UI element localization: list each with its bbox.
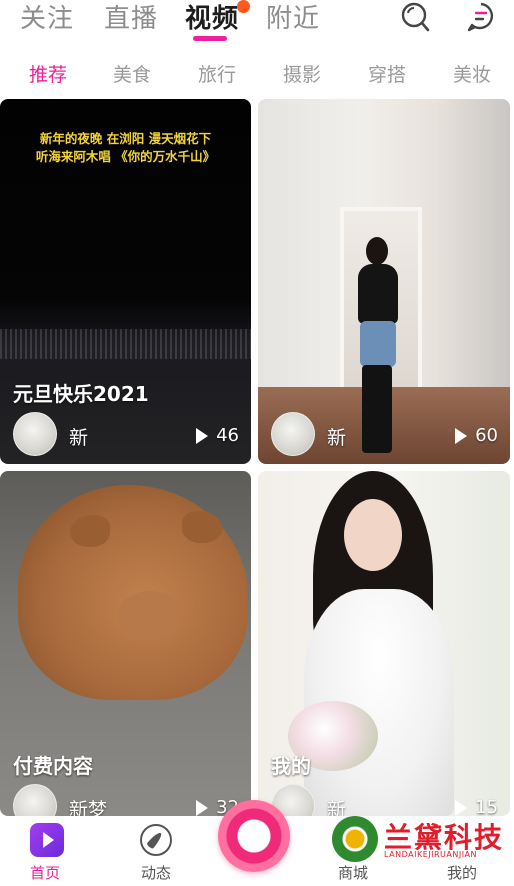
tab-live[interactable]: 直播 [104,0,158,35]
play-icon [196,799,209,816]
nav-moments[interactable]: 动态 [116,816,196,886]
notification-dot [237,0,250,13]
play-count: 46 [196,425,239,446]
message-icon[interactable] [466,1,496,33]
video-card[interactable]: 付费内容 新梦 32 [0,471,251,816]
category-makeup[interactable]: 美妆 [453,60,491,87]
tab-nearby[interactable]: 附近 [266,0,320,35]
tab-follow[interactable]: 关注 [20,0,74,35]
nav-label: 商城 [337,864,368,882]
nav-label: 动态 [140,864,171,882]
bottom-nav: 首页 动态 商城 我的 兰黛科技 LANDAIKEJIRUANJIAN [0,800,514,886]
tab-video[interactable]: 视频 [185,0,239,35]
top-bar: 关注 直播 视频 附近 [0,0,514,46]
video-overlay-text: 新年的夜晚 在浏阳 漫天烟花下 [39,131,212,146]
category-recommend[interactable]: 推荐 [29,60,67,87]
author-name[interactable]: 新梦 [69,795,107,816]
play-count: 15 [455,797,498,816]
category-travel[interactable]: 旅行 [198,60,236,87]
compass-icon [140,824,172,856]
home-play-icon [30,823,64,857]
category-bar: 推荐 美食 旅行 摄影 穿搭 美妆 [0,56,514,92]
video-thumbnail [0,329,251,359]
search-icon[interactable] [400,1,430,33]
video-card[interactable]: 新年的夜晚 在浏阳 漫天烟花下 听海来阿木唱 《你的万水千山》 元旦快乐2021… [0,99,251,464]
video-caption: 付费内容 [13,754,93,778]
nav-home[interactable]: 首页 [5,816,85,886]
author-name[interactable]: 新 [327,795,346,816]
video-card[interactable]: 我的 新 15 [258,471,510,816]
active-tab-indicator [193,36,227,41]
category-photography[interactable]: 摄影 [283,60,321,87]
author-name[interactable]: 新 [327,423,346,450]
play-icon [196,427,209,444]
author-name[interactable]: 新 [69,423,88,450]
play-count-value: 60 [475,425,498,446]
brand-watermark: 兰黛科技 LANDAIKEJIRUANJIAN [330,816,514,862]
play-count-value: 15 [475,797,498,816]
video-caption: 元旦快乐2021 [13,382,149,406]
avatar[interactable] [13,412,57,456]
play-count-value: 46 [216,425,239,446]
play-icon [455,427,468,444]
nav-label: 首页 [29,864,60,882]
category-food[interactable]: 美食 [113,60,151,87]
nav-label: 我的 [446,864,477,882]
play-icon [455,799,468,816]
category-outfit[interactable]: 穿搭 [368,60,406,87]
watermark-subtext: LANDAIKEJIRUANJIAN [384,850,478,859]
video-overlay-text: 听海来阿木唱 《你的万水千山》 [35,149,216,164]
avatar[interactable] [271,412,315,456]
video-card[interactable]: 新 60 [258,99,510,464]
video-caption: 我的 [271,754,311,778]
brand-logo-icon [332,816,378,862]
camera-record-icon[interactable] [218,800,290,872]
avatar[interactable] [13,784,57,816]
play-count: 60 [455,425,498,446]
